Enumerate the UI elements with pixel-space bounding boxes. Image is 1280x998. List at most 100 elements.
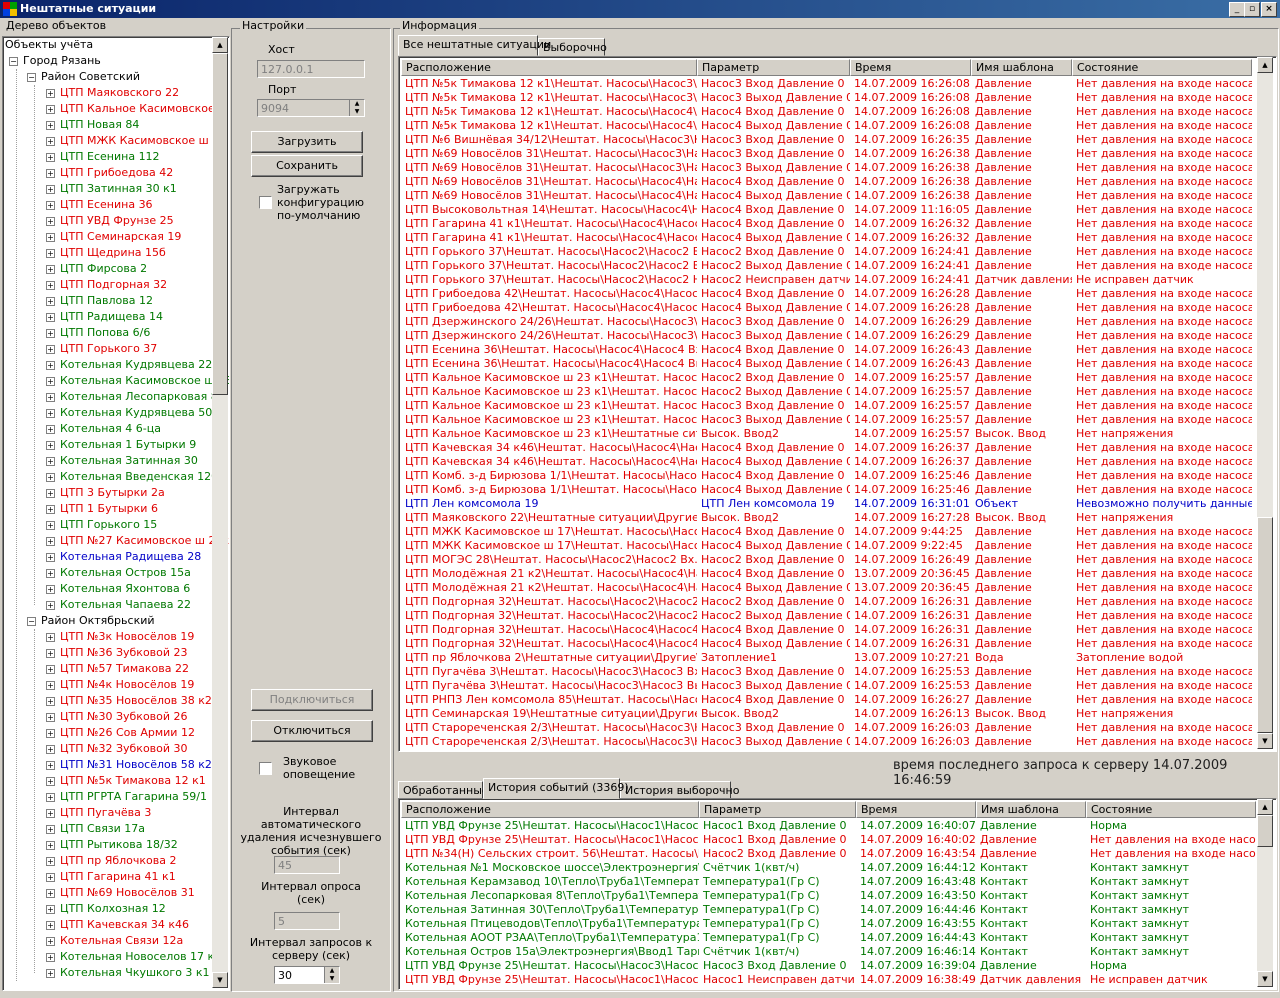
save-button[interactable]: Сохранить bbox=[251, 155, 363, 177]
column-header[interactable]: Расположение bbox=[401, 801, 699, 818]
tree-item[interactable]: + ЦТП Гагарина 41 к1 bbox=[46, 869, 176, 885]
table-row[interactable]: ЦТП УВД Фрунзе 25\Нештат. Насосы\Насос3\… bbox=[401, 959, 1256, 973]
table-row[interactable]: ЦТП УВД Фрунзе 25\Нештат. Насосы\Насос1\… bbox=[401, 819, 1256, 833]
tree-item[interactable]: + ЦТП №3к Новосёлов 19 bbox=[46, 629, 194, 645]
expand-icon[interactable]: + bbox=[46, 312, 55, 322]
scroll-down-icon[interactable]: ▼ bbox=[1257, 971, 1273, 987]
table-row[interactable]: ЦТП Кальное Касимовское ш 23 к1\Нештатны… bbox=[401, 427, 1252, 441]
table-row[interactable]: ЦТП Грибоедова 42\Нештат. Насосы\Насос4\… bbox=[401, 301, 1252, 315]
tree-item[interactable]: + ЦТП №35 Новосёлов 38 к2 bbox=[46, 693, 212, 709]
scroll-up-icon[interactable]: ▲ bbox=[212, 37, 228, 53]
maximize-button[interactable]: ▫ bbox=[1244, 2, 1260, 17]
expand-icon[interactable]: + bbox=[46, 856, 55, 866]
tree-item[interactable]: + ЦТП Колхозная 12 bbox=[46, 901, 166, 917]
tree-item[interactable]: + ЦТП №69 Новосёлов 31 bbox=[46, 885, 195, 901]
tree-item[interactable]: + ЦТП Пугачёва 3 bbox=[46, 805, 151, 821]
column-header[interactable]: Имя шаблона bbox=[971, 59, 1072, 76]
table-row[interactable]: ЦТП МОГЭС 28\Нештат. Насосы\Насос2\Насос… bbox=[401, 553, 1252, 567]
column-header[interactable]: Имя шаблона bbox=[976, 801, 1086, 818]
port-spinner[interactable]: ▲ ▼ bbox=[349, 100, 364, 116]
tree-item[interactable]: + ЦТП Есенина 112 bbox=[46, 149, 160, 165]
table-row[interactable]: ЦТП Есенина 36\Нештат. Насосы\Насос4\Нас… bbox=[401, 357, 1252, 371]
expand-icon[interactable]: + bbox=[46, 376, 55, 386]
tree-item[interactable]: + ЦТП Есенина 36 bbox=[46, 197, 153, 213]
collapse-icon[interactable]: − bbox=[27, 616, 36, 626]
collapse-icon[interactable]: − bbox=[9, 56, 18, 66]
expand-icon[interactable]: + bbox=[46, 728, 55, 738]
table-row[interactable]: ЦТП Качевская 34 к46\Нештат. Насосы\Насо… bbox=[401, 441, 1252, 455]
table-row[interactable]: ЦТП Грибоедова 42\Нештат. Насосы\Насос4\… bbox=[401, 287, 1252, 301]
tab-history-selective[interactable]: История выборочно bbox=[620, 781, 739, 799]
tree-item[interactable]: + Котельная Кудрявцева 50 bbox=[46, 405, 212, 421]
scroll-down-icon[interactable]: ▼ bbox=[212, 972, 228, 988]
tree-item[interactable]: + ЦТП 3 Бутырки 2а bbox=[46, 485, 165, 501]
default-config-checkbox[interactable] bbox=[259, 196, 272, 209]
column-header[interactable]: Время bbox=[850, 59, 971, 76]
expand-icon[interactable]: + bbox=[46, 248, 55, 258]
tree-node-district[interactable]: − Район Октябрьский bbox=[27, 613, 155, 629]
expand-icon[interactable]: + bbox=[46, 392, 55, 402]
tree-item[interactable]: + ЦТП Семинарская 19 bbox=[46, 229, 181, 245]
table-row[interactable]: Котельная Лесопарковая 8\Тепло\Труба1\Те… bbox=[401, 889, 1256, 903]
expand-icon[interactable]: + bbox=[46, 552, 55, 562]
table-row[interactable]: ЦТП Гагарина 41 к1\Нештат. Насосы\Насос4… bbox=[401, 217, 1252, 231]
column-header[interactable]: Время bbox=[856, 801, 976, 818]
table-row[interactable]: ЦТП УВД Фрунзе 25\Нештат. Насосы\Насос1\… bbox=[401, 973, 1256, 987]
table-row[interactable]: ЦТП пр Яблочкова 2\Нештатные ситуации\Др… bbox=[401, 651, 1252, 665]
expand-icon[interactable]: + bbox=[46, 232, 55, 242]
tree-item[interactable]: + ЦТП №32 Зубковой 30 bbox=[46, 741, 188, 757]
tree-item[interactable]: + ЦТП МЖК Касимовское ш 17 bbox=[46, 133, 226, 149]
tree-item[interactable]: + ЦТП Связи 17а bbox=[46, 821, 145, 837]
tree-item[interactable]: + Котельная Кудрявцева 22 bbox=[46, 357, 212, 373]
table-row[interactable]: ЦТП РНПЗ Лен комсомола 85\Нештат. Насосы… bbox=[401, 693, 1252, 707]
table-row[interactable]: ЦТП Комб. з-д Бирюзова 1/1\Нештат. Насос… bbox=[401, 469, 1252, 483]
expand-icon[interactable]: + bbox=[46, 872, 55, 882]
expand-icon[interactable]: + bbox=[46, 824, 55, 834]
expand-icon[interactable]: + bbox=[46, 504, 55, 514]
expand-icon[interactable]: + bbox=[46, 360, 55, 370]
table-row[interactable]: ЦТП Пугачёва 3\Нештат. Насосы\Насос3\Нас… bbox=[401, 679, 1252, 693]
expand-icon[interactable]: + bbox=[46, 888, 55, 898]
expand-icon[interactable]: + bbox=[46, 568, 55, 578]
tree-item[interactable]: + ЦТП 1 Бутырки 6 bbox=[46, 501, 158, 517]
tree-item[interactable]: + ЦТП №57 Тимакова 22 bbox=[46, 661, 189, 677]
incidents-scrollbar[interactable]: ▲ ▼ bbox=[1257, 57, 1273, 749]
expand-icon[interactable]: + bbox=[46, 600, 55, 610]
tree-node-city[interactable]: − Город Рязань bbox=[9, 53, 101, 69]
expand-icon[interactable]: + bbox=[46, 680, 55, 690]
tree-item[interactable]: + Котельная Связи 12а bbox=[46, 933, 183, 949]
table-row[interactable]: ЦТП Гагарина 41 к1\Нештат. Насосы\Насос4… bbox=[401, 231, 1252, 245]
server-interval-spinner[interactable]: ▲ ▼ bbox=[324, 967, 339, 983]
table-row[interactable]: ЦТП Старореченская 2/3\Нештат. Насосы\На… bbox=[401, 735, 1252, 749]
expand-icon[interactable]: + bbox=[46, 696, 55, 706]
expand-icon[interactable]: + bbox=[46, 216, 55, 226]
table-row[interactable]: ЦТП Лен комсомола 19 ЦТП Лен комсомола 19… bbox=[401, 497, 1252, 511]
tree-item[interactable]: + Котельная Чапаева 22 bbox=[46, 597, 191, 613]
column-header[interactable]: Расположение bbox=[401, 59, 697, 76]
expand-icon[interactable]: + bbox=[46, 280, 55, 290]
table-row[interactable]: ЦТП Подгорная 32\Нештат. Насосы\Насос2\Н… bbox=[401, 595, 1252, 609]
scroll-down-icon[interactable]: ▼ bbox=[1257, 733, 1273, 749]
table-row[interactable]: ЦТП Есенина 36\Нештат. Насосы\Насос4\Нас… bbox=[401, 343, 1252, 357]
disconnect-button[interactable]: Отключиться bbox=[251, 720, 373, 742]
expand-icon[interactable]: + bbox=[46, 936, 55, 946]
table-row[interactable]: ЦТП №5к Тимакова 12 к1\Нештат. Насосы\На… bbox=[401, 77, 1252, 91]
expand-icon[interactable]: + bbox=[46, 904, 55, 914]
tab-all-incidents[interactable]: Все нештатные ситуации bbox=[398, 35, 551, 56]
scroll-thumb[interactable] bbox=[212, 53, 228, 395]
table-row[interactable]: ЦТП Горького 37\Нештат. Насосы\Насос2\На… bbox=[401, 245, 1252, 259]
expand-icon[interactable]: + bbox=[46, 952, 55, 962]
table-row[interactable]: ЦТП №69 Новосёлов 31\Нештат. Насосы\Насо… bbox=[401, 189, 1252, 203]
tab-event-history[interactable]: История событий (3369) bbox=[483, 778, 629, 799]
table-row[interactable]: ЦТП Маяковского 22\Нештатные ситуации\Др… bbox=[401, 511, 1252, 525]
spin-up-icon[interactable]: ▲ bbox=[350, 100, 364, 108]
table-row[interactable]: ЦТП Горького 37\Нештат. Насосы\Насос2\На… bbox=[401, 259, 1252, 273]
table-row[interactable]: ЦТП Кальное Касимовское ш 23 к1\Нештат. … bbox=[401, 399, 1252, 413]
tree-item[interactable]: + Котельная Чкушкого 3 к1 bbox=[46, 965, 210, 981]
tree-node-district[interactable]: − Район Советский bbox=[27, 69, 140, 85]
table-row[interactable]: ЦТП Старореченская 2/3\Нештат. Насосы\На… bbox=[401, 721, 1252, 735]
table-row[interactable]: ЦТП Дзержинского 24/26\Нештат. Насосы\На… bbox=[401, 329, 1252, 343]
tree-item[interactable]: + ЦТП Горького 37 bbox=[46, 341, 157, 357]
table-row[interactable]: ЦТП №6 Вишнёвая 34/12\Нештат. Насосы\Нас… bbox=[401, 133, 1252, 147]
expand-icon[interactable]: + bbox=[46, 408, 55, 418]
